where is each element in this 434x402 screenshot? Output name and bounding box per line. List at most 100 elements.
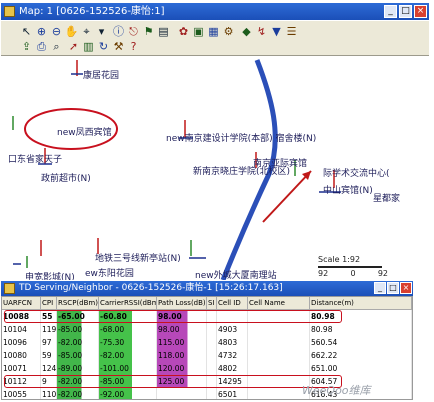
cell-distance: 560.54 [310, 336, 412, 349]
map-label: new南京建设计学院(本部) 宿舍楼(N) [166, 134, 317, 144]
cell-carrier-rssi: -101.00 [99, 362, 157, 375]
cell-si [207, 388, 217, 399]
settings-icon[interactable]: ⚒ [111, 40, 126, 53]
column-header[interactable]: RSCP(dBm) [57, 297, 99, 310]
column-header[interactable]: Cell Name [248, 297, 310, 310]
cell-id: 6501 [217, 388, 248, 399]
neighbor-cell-highlight [4, 375, 342, 388]
column-header[interactable]: UARFCN [2, 297, 41, 310]
info-icon[interactable]: ⓘ [111, 25, 126, 38]
cell-cpi: 119 [42, 323, 57, 336]
filter-icon[interactable]: ▼ [269, 25, 284, 38]
drive-test-icon[interactable]: ▦ [206, 25, 221, 38]
cell-cpi: 110 [42, 388, 57, 399]
cell-cpi: 97 [41, 336, 57, 349]
selector-icon[interactable]: ⌖ [79, 25, 94, 38]
grid-icon[interactable]: ▥ [81, 40, 96, 53]
print-icon[interactable]: ⎙ [34, 40, 49, 53]
cell-name [248, 349, 310, 362]
neighbor-cell-row[interactable]: 10080 59 -85.00 -82.00 118.00 4732 662.22 [2, 349, 412, 362]
watermark: WeeQoo维库 [302, 384, 371, 397]
close-button[interactable]: × [414, 5, 427, 18]
cell-distance: 651.00 [310, 362, 412, 375]
maximize-button[interactable]: □ [399, 5, 412, 18]
zoom-in-icon[interactable]: ⊕ [34, 25, 49, 38]
scale-value: 1:92 [342, 255, 361, 264]
cell-cpi: 124 [42, 362, 57, 375]
serving-cell-highlight [4, 310, 342, 323]
maximize-button[interactable]: □ [387, 282, 399, 294]
cell-uarfcn: 10071 [2, 362, 41, 375]
minimize-button[interactable]: _ [384, 5, 397, 18]
map-label: new外城大厦南理站 [195, 271, 277, 280]
cell-distance: 80.98 [310, 323, 412, 336]
label-icon[interactable]: ⚑ [141, 25, 156, 38]
column-header[interactable]: Cell ID [217, 297, 248, 310]
cell-path-loss: 115.00 [157, 336, 207, 349]
cell-rscp: -85.00 [57, 323, 99, 336]
legend-icon[interactable]: ☰ [284, 25, 299, 38]
neighbor-cell-row[interactable]: 10104 119 -85.00 -68.00 98.00 4903 80.98 [2, 323, 412, 336]
cell-id: 4802 [217, 362, 248, 375]
column-header[interactable]: Path Loss(dB) [157, 297, 207, 310]
cell-icon[interactable]: ✿ [176, 25, 191, 38]
pointer-icon[interactable]: ↖ [19, 25, 34, 38]
map-label: 康居花园 [83, 71, 120, 81]
map-toolbar: ↖ ⊕ ⊖ ✋ ⌖ ▾ ⓘ ⎋ ⚑ ▤ ✿ ▣ ▦ ⚙ ◆ ↯ ▼ ☰ ⇪ ⎙ … [1, 21, 429, 56]
map-window-title-bar: Map: 1 [0626-152526-康怡:1] _ □ × [1, 3, 429, 20]
cell-path-loss: 98.00 [157, 323, 207, 336]
arrow-icon[interactable]: ➚ [66, 40, 81, 53]
serving-window-title-bar: TD Serving/Neighbor - 0626-152526-康怡-1 [… [1, 281, 413, 296]
zoom-out-icon[interactable]: ⊖ [49, 25, 64, 38]
cell-path-loss: 118.00 [157, 349, 207, 362]
map-label: 星都家 [373, 194, 401, 204]
cell-rscp: -82.00 [57, 388, 99, 399]
column-header[interactable]: CarrierRSSI(dBm) [99, 297, 157, 310]
column-header[interactable]: SI [207, 297, 217, 310]
cell-id: 4903 [217, 323, 248, 336]
map-label: 申宽影城(N) [25, 273, 75, 280]
cell-uarfcn: 10055 [2, 388, 41, 399]
map-window-title: Map: 1 [0626-152526-康怡:1] [19, 6, 165, 17]
cell-carrier-rssi: -68.00 [99, 323, 157, 336]
site-icon[interactable]: ⚙ [221, 25, 236, 38]
cell-si [207, 349, 217, 362]
cell-path-loss [157, 388, 207, 399]
map-label: 地铁三号线新亭站(N) [95, 254, 181, 264]
cell-name [248, 362, 310, 375]
neighbor-cell-row[interactable]: 10096 97 -82.00 -75.30 115.00 4803 560.54 [2, 336, 412, 349]
cell-carrier-rssi: -75.30 [99, 336, 157, 349]
map-label: 南京亚际宾馆 [253, 159, 308, 169]
neighbor-icon[interactable]: ◆ [239, 25, 254, 38]
route-icon[interactable]: ↯ [254, 25, 269, 38]
cell-id: 4732 [217, 349, 248, 362]
layer-icon[interactable]: ▣ [191, 25, 206, 38]
app-icon [4, 283, 15, 294]
map-scale: Scale 1:92 92 0 92 [318, 254, 404, 278]
scale-tick: 92 [377, 269, 388, 278]
cell-id: 4803 [217, 336, 248, 349]
cell-distance: 662.22 [310, 349, 412, 362]
app-icon [4, 6, 15, 17]
drive-direction-arrow [262, 170, 312, 223]
cell-rscp: -82.00 [57, 336, 99, 349]
map-label: 政前超市(N) [41, 174, 91, 184]
column-header[interactable]: Distance(m) [310, 297, 412, 310]
measure-icon[interactable]: ⎋ [126, 25, 141, 38]
find-icon[interactable]: ⌕ [49, 40, 64, 53]
help-icon[interactable]: ? [126, 40, 141, 53]
map-label: ew东阳花园 [85, 269, 134, 279]
close-button[interactable]: × [400, 282, 412, 294]
refresh-icon[interactable]: ↻ [96, 40, 111, 53]
minimize-button[interactable]: _ [374, 282, 386, 294]
column-header[interactable]: CPI [41, 297, 57, 310]
map-canvas[interactable]: 康居花园 new凤西宾馆 口东省家天子 政前超市(N) new南京建设计学院(本… [1, 56, 429, 280]
export-icon[interactable]: ⇪ [19, 40, 34, 53]
cell-name [248, 323, 310, 336]
neighbor-cell-row[interactable]: 10071 124 -89.00 -101.00 120.00 4802 651.00 [2, 362, 412, 375]
grabber-icon[interactable]: ✋ [64, 25, 79, 38]
cell-si [207, 323, 217, 336]
scale-tick: 92 [318, 269, 329, 278]
query-icon[interactable]: ▾ [94, 25, 109, 38]
ruler-icon[interactable]: ▤ [156, 25, 171, 38]
